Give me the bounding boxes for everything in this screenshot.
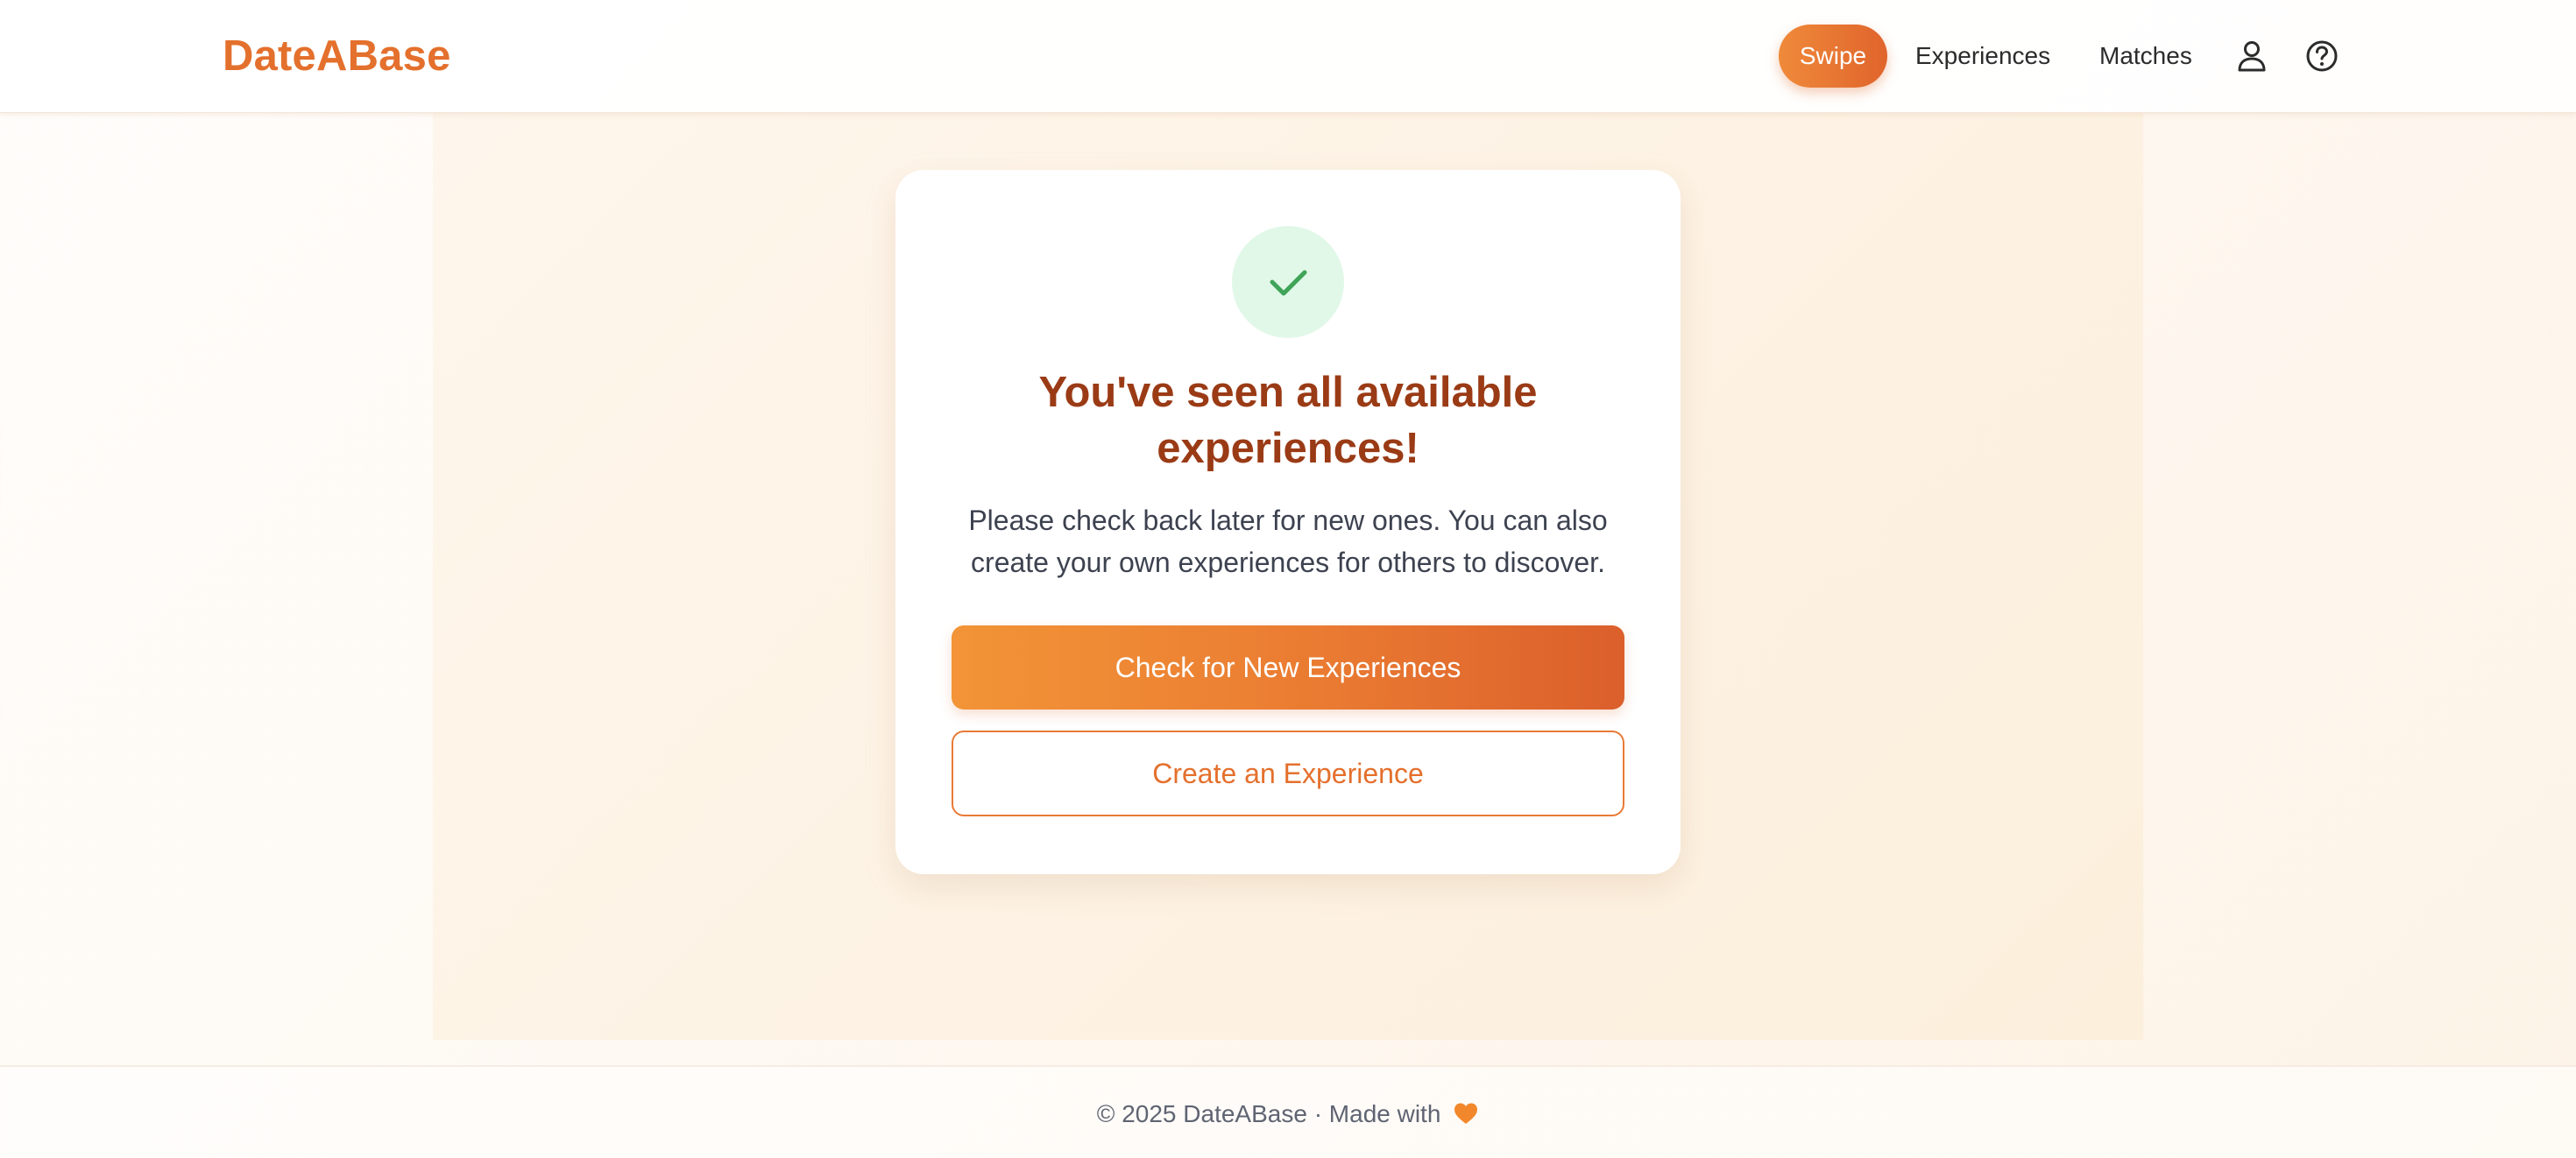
nav-experiences-link[interactable]: Experiences <box>1915 25 2050 88</box>
empty-state-message: Please check back later for new ones. Yo… <box>968 505 1608 578</box>
footer-line: © 2025 DateABase · Made with <box>0 1097 2576 1135</box>
user-icon[interactable] <box>2233 37 2271 75</box>
top-navigation-bar: DateABase Swipe Experiences Matches <box>0 0 2576 113</box>
success-badge <box>1232 226 1344 338</box>
footer-copyright: © 2025 DateABase · Made with <box>1096 1100 1441 1127</box>
page-footer: © 2025 DateABase · Made with <box>0 1065 2576 1158</box>
nav-matches-link[interactable]: Matches <box>2099 25 2192 88</box>
empty-state-title: You've seen all available experiences! <box>1038 369 1538 472</box>
check-icon <box>1270 270 1307 296</box>
heart-icon <box>1453 1100 1479 1135</box>
nav-swipe-tab[interactable]: Swipe <box>1779 25 1887 88</box>
create-experience-button[interactable]: Create an Experience <box>952 731 1624 816</box>
empty-state-card: You've seen all available experiences! P… <box>895 170 1681 874</box>
help-circle-icon[interactable] <box>2303 37 2341 75</box>
check-new-experiences-button[interactable]: Check for New Experiences <box>952 625 1624 710</box>
app-logo[interactable]: DateABase <box>223 30 451 82</box>
